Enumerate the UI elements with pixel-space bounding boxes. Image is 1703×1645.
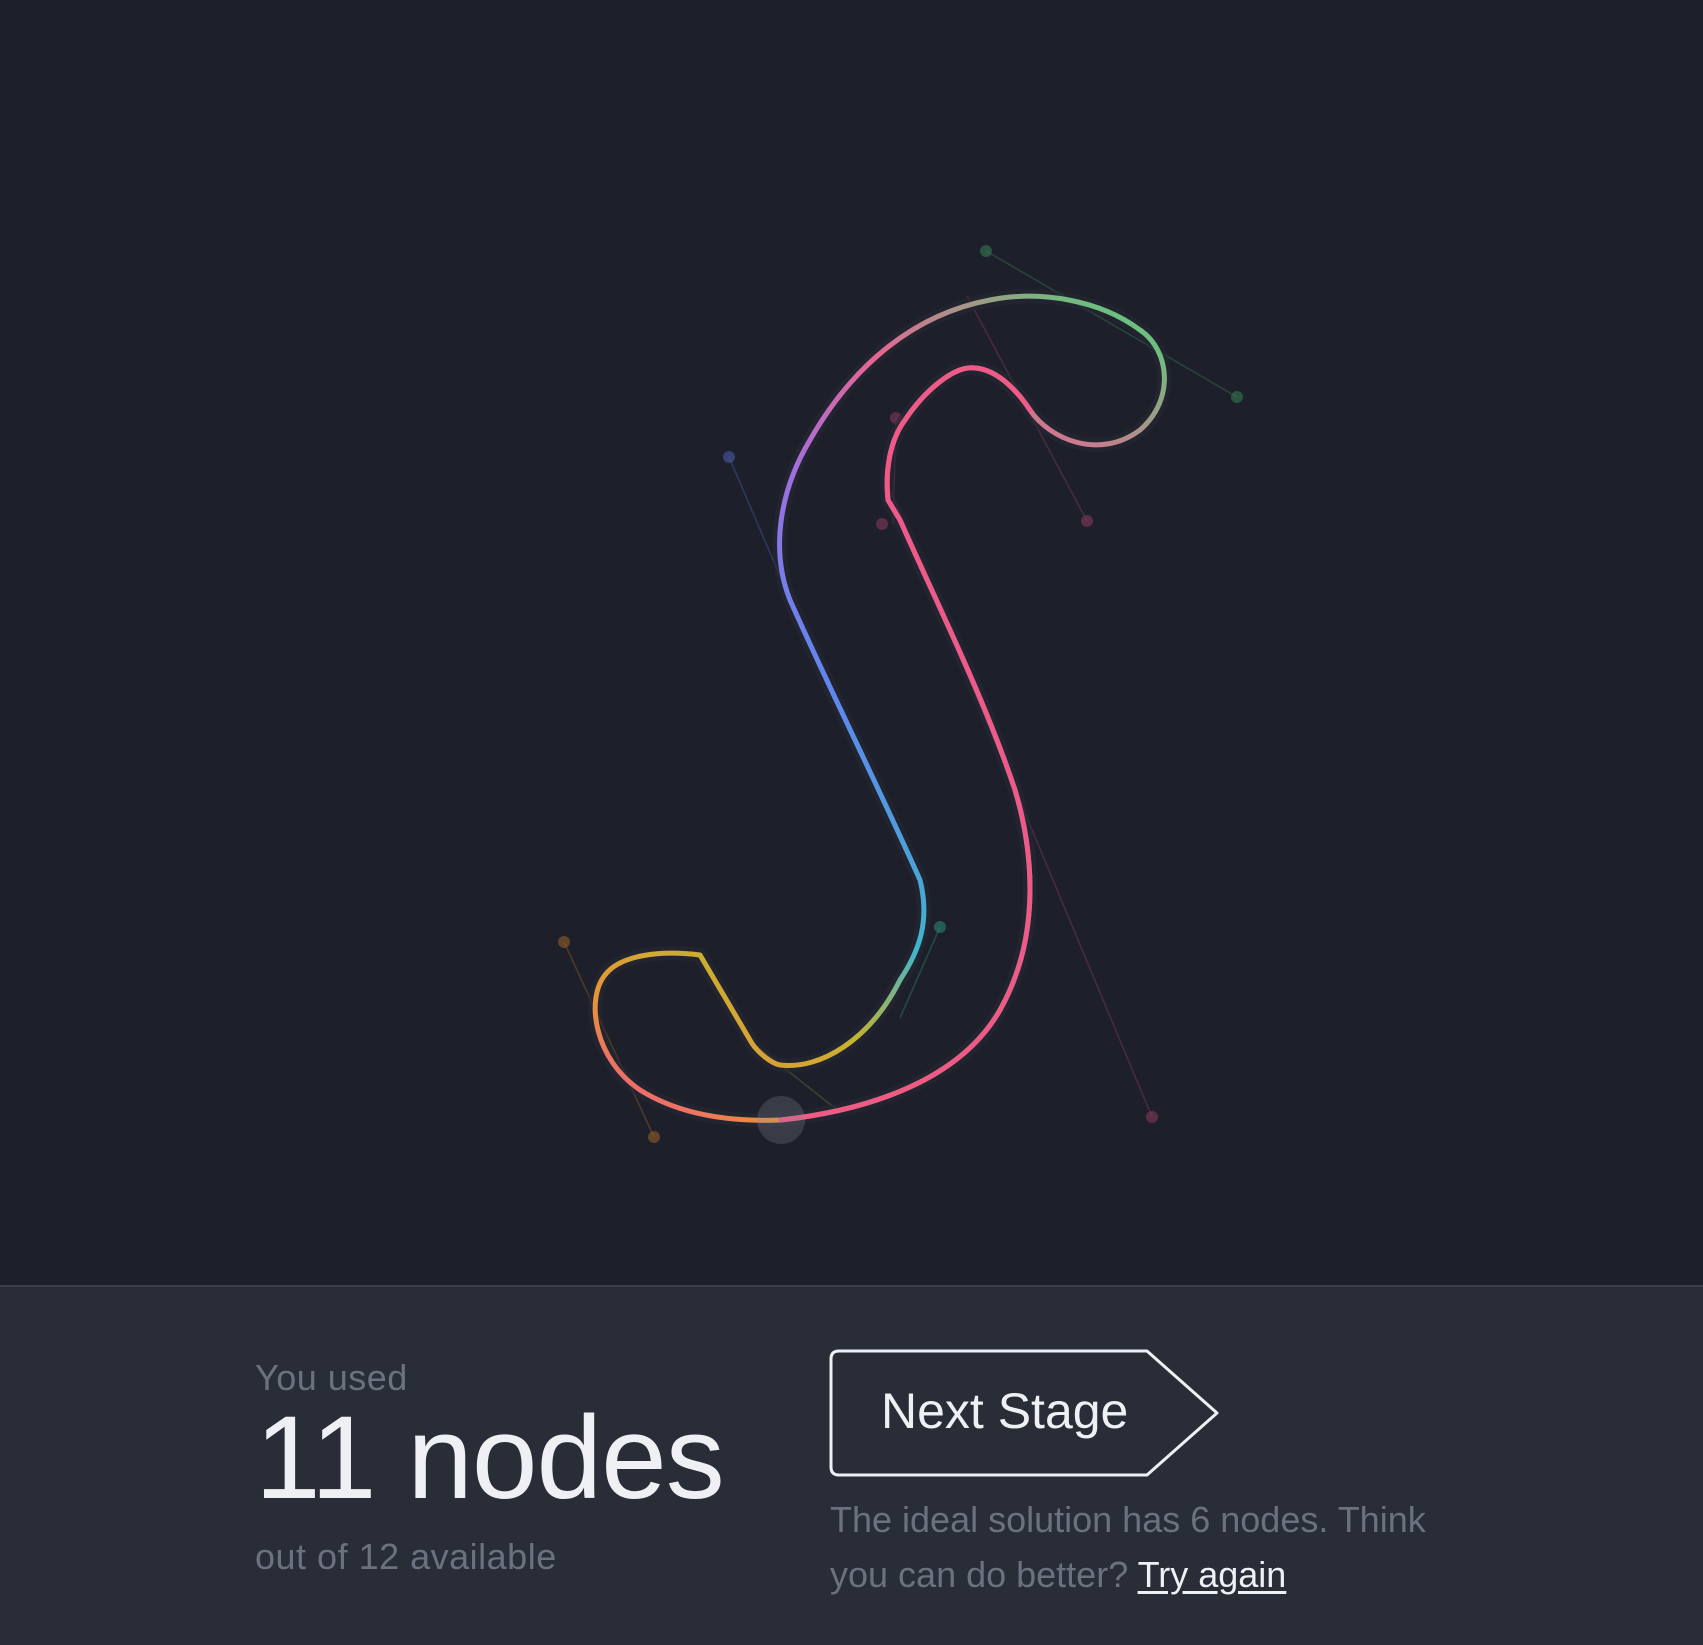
control-point[interactable] — [876, 518, 888, 530]
control-point[interactable] — [1231, 391, 1243, 403]
hint-text: The ideal solution has 6 nodes. Think yo… — [830, 1492, 1490, 1602]
control-points[interactable] — [558, 245, 1243, 1143]
result-panel: You used 11 nodes out of 12 available Ne… — [0, 1285, 1703, 1645]
control-point[interactable] — [934, 921, 946, 933]
drawing-canvas[interactable] — [0, 0, 1703, 1285]
available-count: out of 12 available — [255, 1536, 557, 1577]
try-again-link[interactable]: Try again — [1138, 1554, 1287, 1595]
control-point[interactable] — [648, 1131, 660, 1143]
bezier-canvas[interactable] — [0, 0, 1703, 1285]
handle-line — [985, 250, 1238, 398]
glyph-shadow — [588, 289, 1172, 1128]
control-point[interactable] — [1081, 515, 1093, 527]
control-handles — [563, 250, 1238, 1138]
control-point[interactable] — [723, 451, 735, 463]
control-point[interactable] — [980, 245, 992, 257]
hint-message: The ideal solution has 6 nodes. Think yo… — [830, 1499, 1426, 1595]
control-point[interactable] — [558, 936, 570, 948]
glyph-outline[interactable] — [592, 293, 1167, 1123]
node-count: 11 nodes — [255, 1392, 725, 1524]
next-stage-button[interactable]: Next Stage — [829, 1349, 1221, 1477]
next-stage-label: Next Stage — [881, 1383, 1129, 1439]
control-point[interactable] — [1146, 1111, 1158, 1123]
cursor-marker[interactable] — [757, 1096, 805, 1144]
